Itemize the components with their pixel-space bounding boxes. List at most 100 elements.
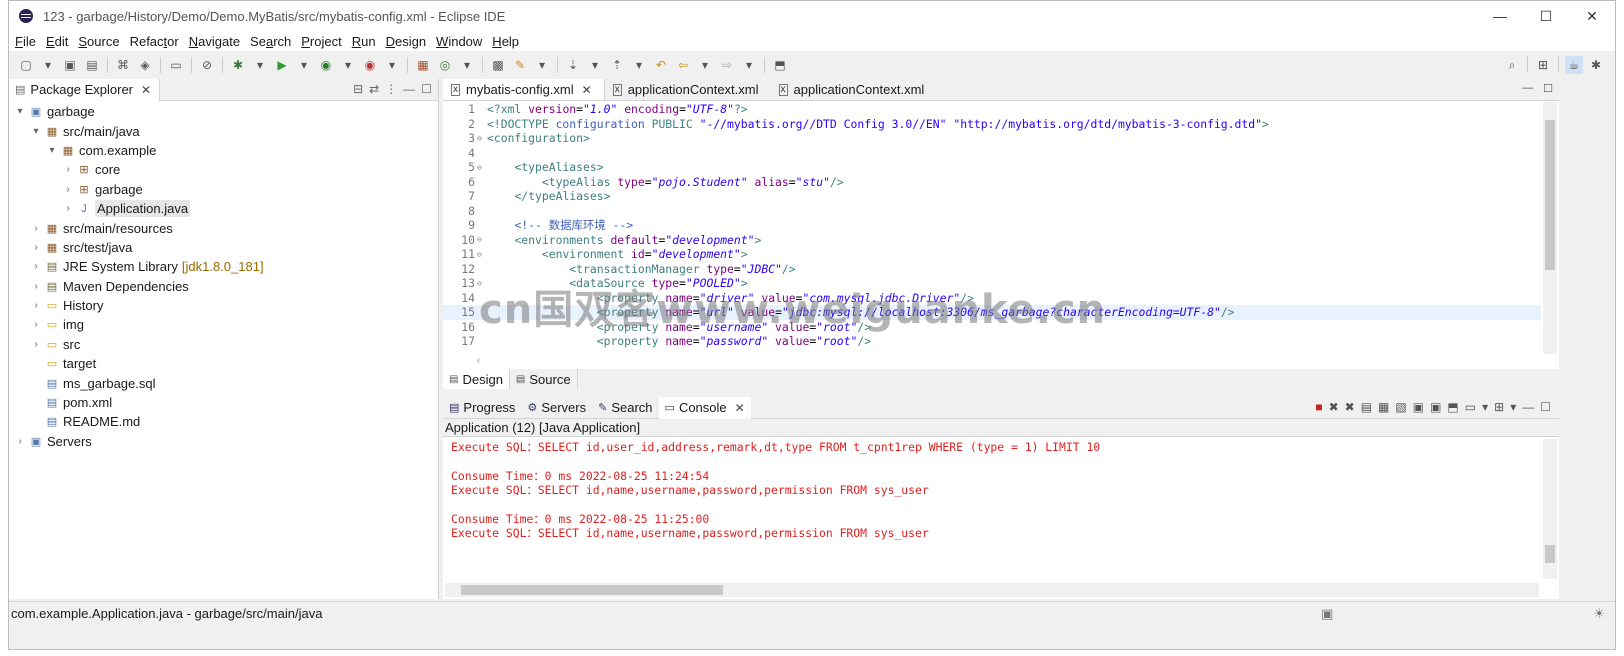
scroll-lock-icon[interactable]: ▦ (1378, 400, 1389, 414)
tree-item[interactable]: › ▤ JRE System Library [jdk1.8.0_181] (9, 257, 438, 276)
fold-toggle-icon[interactable]: ⊖ (477, 134, 487, 143)
close-icon[interactable]: ✕ (582, 83, 592, 97)
expand-toggle-icon[interactable]: ▾ (13, 106, 27, 117)
maximize-icon[interactable]: ☐ (421, 82, 432, 96)
expand-toggle-icon[interactable]: › (61, 203, 75, 214)
console-vertical-scrollbar[interactable] (1543, 439, 1557, 579)
external-tools-icon[interactable]: ◉ (361, 56, 379, 74)
menu-item[interactable]: File (15, 34, 44, 49)
dropdown-icon[interactable]: ▾ (630, 56, 648, 74)
tree-item[interactable]: ▾ ▣ garbage (9, 102, 438, 121)
menu-item[interactable]: Refactor (130, 34, 187, 49)
tab-package-explorer[interactable]: ▤ Package Explorer ✕ (9, 78, 161, 101)
fold-toggle-icon[interactable]: ⊖ (477, 235, 487, 244)
terminate-icon[interactable]: ■ (1315, 400, 1322, 414)
maximize-icon[interactable]: ☐ (1543, 82, 1553, 95)
pin-console-icon[interactable]: ⬒ (1447, 400, 1458, 414)
minimize-icon[interactable]: — (1522, 82, 1533, 95)
show-on-stderr-icon[interactable]: ▣ (1430, 400, 1441, 414)
back-icon[interactable]: ⇦ (674, 56, 692, 74)
skip-breakpoints-icon[interactable]: ⊘ (198, 56, 216, 74)
tree-item[interactable]: › ⊞ garbage (9, 180, 438, 199)
tree-item[interactable]: › ▭ History (9, 296, 438, 315)
tab-servers[interactable]: ⚙ Servers (521, 397, 592, 419)
scroll-thumb[interactable] (1545, 120, 1555, 270)
tree-item[interactable]: › ▤ Maven Dependencies (9, 277, 438, 296)
tab-source[interactable]: ▤ Source (510, 369, 578, 389)
console-output[interactable]: Execute SQL：SELECT id,user_id,address,re… (443, 437, 1559, 540)
menu-item[interactable]: Search (250, 34, 299, 49)
expand-toggle-icon[interactable]: › (29, 281, 43, 292)
save-icon[interactable]: ▣ (61, 56, 79, 74)
expand-toggle-icon[interactable]: › (13, 436, 27, 447)
new-package-icon[interactable]: ▦ (414, 56, 432, 74)
close-icon[interactable]: ✕ (141, 83, 151, 97)
menu-item[interactable]: Navigate (189, 34, 248, 49)
pin-editor-icon[interactable]: ⬒ (771, 56, 789, 74)
expand-toggle-icon[interactable]: › (29, 339, 43, 350)
new-icon[interactable]: ▢ (17, 56, 35, 74)
dropdown-icon[interactable]: ▾ (383, 56, 401, 74)
scroll-thumb[interactable] (461, 585, 723, 595)
dropdown-icon[interactable]: ▾ (458, 56, 476, 74)
editor-horizontal-scrollbar[interactable]: ‹ (477, 355, 1537, 367)
run-icon[interactable]: ▶ (273, 56, 291, 74)
tree-item[interactable]: › ▭ img (9, 315, 438, 334)
expand-toggle-icon[interactable]: › (29, 319, 43, 330)
fold-toggle-icon[interactable]: ⊖ (477, 163, 487, 172)
console-horizontal-scrollbar[interactable] (445, 583, 1539, 597)
close-button[interactable]: ✕ (1569, 1, 1615, 31)
java-perspective-icon[interactable]: ☕ (1565, 56, 1583, 74)
minimize-icon[interactable]: — (1522, 400, 1534, 414)
tree-item[interactable]: ▭ target (9, 354, 438, 373)
fold-toggle-icon[interactable]: ⊖ (477, 250, 487, 259)
code-area[interactable]: 1 <?xml version = "1.0" encoding = "UTF-8" ?> 2… (443, 102, 1541, 354)
dropdown-icon[interactable]: ▾ (696, 56, 714, 74)
display-console-icon[interactable]: ▭ (1465, 400, 1476, 414)
tree-item[interactable]: › ▭ src (9, 335, 438, 354)
editor-vertical-scrollbar[interactable] (1543, 102, 1557, 354)
dropdown-icon[interactable]: ▾ (295, 56, 313, 74)
search-icon[interactable]: ⌕ (1503, 56, 1521, 74)
maximize-button[interactable]: ☐ (1523, 1, 1569, 31)
tree-item[interactable]: › ▣ Servers (9, 432, 438, 451)
annotation-prev-icon[interactable]: ⇡ (608, 56, 626, 74)
menu-item[interactable]: Design (386, 34, 434, 49)
collapse-all-icon[interactable]: ⊟ (353, 82, 363, 96)
tree-item[interactable]: ▤ pom.xml (9, 393, 438, 412)
dropdown-icon[interactable]: ▾ (1510, 400, 1516, 414)
forward-icon[interactable]: ⇨ (718, 56, 736, 74)
editor-tab[interactable]: x applicationContext.xml (771, 79, 937, 100)
menu-item[interactable]: Source (78, 34, 127, 49)
tree-item[interactable]: ▤ README.md (9, 412, 438, 431)
menu-item[interactable]: Help (492, 34, 527, 49)
dropdown-icon[interactable]: ▾ (39, 56, 57, 74)
tree-item[interactable]: ▤ ms_garbage.sql (9, 373, 438, 392)
debug-perspective-icon[interactable]: ✱ (1587, 56, 1605, 74)
expand-toggle-icon[interactable]: ▾ (45, 145, 59, 156)
search-tool-icon[interactable]: ✎ (511, 56, 529, 74)
open-type-icon[interactable]: ◈ (136, 56, 154, 74)
save-all-icon[interactable]: ▤ (83, 56, 101, 74)
coverage-icon[interactable]: ◉ (317, 56, 335, 74)
progress-icon[interactable]: ▣ (1321, 606, 1333, 622)
dropdown-icon[interactable]: ▾ (586, 56, 604, 74)
expand-toggle-icon[interactable]: › (29, 261, 43, 272)
fold-toggle-icon[interactable]: ⊖ (477, 279, 487, 288)
expand-toggle-icon[interactable]: › (61, 184, 75, 195)
tab-progress[interactable]: ▤ Progress (443, 397, 521, 419)
remove-launch-icon[interactable]: ✖ (1329, 400, 1339, 414)
dropdown-icon[interactable]: ▾ (1482, 400, 1488, 414)
menu-item[interactable]: Window (436, 34, 490, 49)
tab-console[interactable]: ▭ Console ✕ (658, 396, 751, 419)
tree-item[interactable]: ▾ ▦ com.example (9, 141, 438, 160)
expand-toggle-icon[interactable]: › (29, 223, 43, 234)
dropdown-icon[interactable]: ▾ (533, 56, 551, 74)
minimize-icon[interactable]: — (403, 82, 415, 96)
tab-design[interactable]: ▤ Design (443, 369, 510, 389)
tree-item[interactable]: ▾ ▦ src/main/java (9, 121, 438, 140)
minimize-button[interactable]: — (1477, 1, 1523, 31)
tree-item[interactable]: › J Application.java (9, 199, 438, 218)
editor-tab[interactable]: x applicationContext.xml (605, 79, 771, 100)
expand-toggle-icon[interactable]: › (29, 242, 43, 253)
